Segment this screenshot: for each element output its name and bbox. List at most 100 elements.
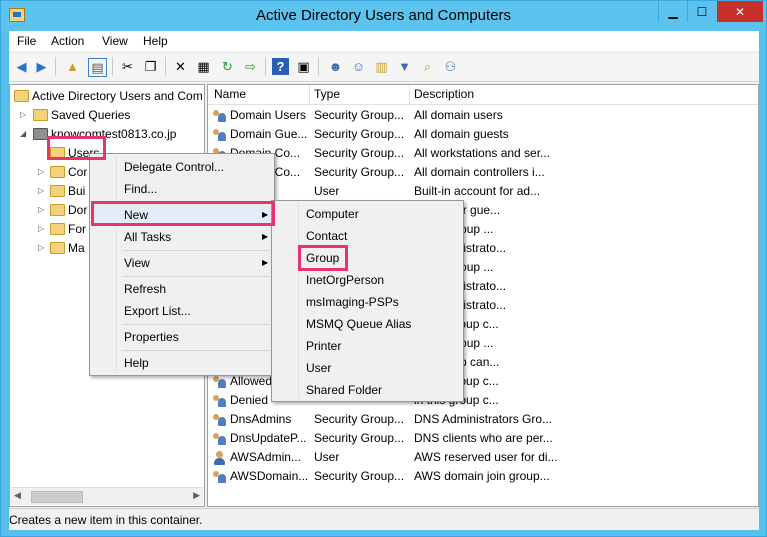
new-user-icon[interactable]: ☻: [327, 58, 344, 75]
properties-icon[interactable]: ▦: [195, 58, 212, 75]
table-row[interactable]: ratorUserBuilt-in account for ad...: [208, 182, 758, 201]
tree-saved-queries[interactable]: ▷ Saved Queries: [20, 106, 130, 124]
submenu-item-computer[interactable]: Computer: [274, 204, 461, 224]
menu-item-delegate-control[interactable]: Delegate Control...: [92, 157, 272, 177]
menu-item-refresh[interactable]: Refresh: [92, 279, 272, 299]
scroll-left-icon[interactable]: ◀: [14, 490, 21, 501]
menu-item-view[interactable]: View ▶: [92, 253, 272, 273]
scroll-right-icon[interactable]: ▶: [193, 490, 200, 501]
table-row[interactable]: DnsUpdateP... Security Group... DNS client…: [208, 429, 758, 448]
cell-desc: ccount for gue...: [414, 203, 501, 217]
menu-separator: [122, 324, 270, 325]
menu-item-new[interactable]: New ▶: [92, 205, 272, 225]
menu-file[interactable]: File: [17, 34, 36, 48]
filter-icon[interactable]: ▼: [396, 58, 413, 75]
column-type[interactable]: Type: [314, 87, 340, 101]
back-arrow-icon[interactable]: ◀: [13, 58, 30, 75]
cell-desc: ed administrato...: [414, 298, 507, 312]
maximize-button[interactable]: ☐: [687, 1, 716, 22]
window-title: Active Directory Users and Computers: [255, 7, 512, 24]
submenu-item-printer[interactable]: Printer: [274, 336, 461, 356]
menu-help[interactable]: Help: [143, 34, 168, 48]
table-row[interactable]: Domain Co...Security Group...All domain …: [208, 163, 758, 182]
cell-name: DnsAdmins: [230, 412, 292, 426]
minimize-button[interactable]: ▁: [658, 1, 687, 22]
add-to-group-icon[interactable]: ⚇: [442, 58, 459, 75]
copy-icon[interactable]: ❐: [142, 58, 159, 75]
group-icon: [212, 109, 228, 123]
menu-item-help[interactable]: Help: [92, 353, 272, 373]
folder-icon: [50, 147, 65, 159]
group-icon: [212, 375, 228, 389]
submenu-item-user[interactable]: User: [274, 358, 461, 378]
tree-item-computers[interactable]: ▷ Cor: [38, 163, 87, 181]
menu-item-label: Group: [306, 251, 340, 265]
group-icon: [212, 470, 228, 484]
new-group-icon[interactable]: ☺: [350, 58, 367, 75]
context-menu: Delegate Control... Find... New ▶ All Tas…: [89, 153, 275, 376]
menu-item-find[interactable]: Find...: [92, 179, 272, 199]
table-row[interactable]: Domain Co...Security Group...All worksta…: [208, 144, 758, 163]
submenu-item-group[interactable]: Group: [274, 248, 461, 268]
submenu-item-msimaging-psps[interactable]: msImaging-PSPs: [274, 292, 461, 312]
tree-domain[interactable]: ◢ knowcomtest0813.co.jp: [20, 125, 176, 143]
find-icon[interactable]: ⌕: [419, 58, 436, 75]
submenu-item-shared-folder[interactable]: Shared Folder: [274, 380, 461, 400]
cell-desc: in this group c...: [414, 317, 499, 331]
refresh-icon[interactable]: ↻: [219, 58, 236, 75]
column-divider[interactable]: [309, 85, 310, 104]
close-button[interactable]: ✕: [717, 1, 763, 22]
cell-name: Domain Gue...: [230, 127, 308, 141]
table-row[interactable]: AWSAdmin... User AWS reserved user for di.…: [208, 448, 758, 467]
menu-item-properties[interactable]: Properties: [92, 327, 272, 347]
tree-root[interactable]: Active Directory Users and Com: [14, 87, 203, 105]
new-ou-icon[interactable]: ▥: [373, 58, 390, 75]
expand-icon[interactable]: ▷: [38, 163, 44, 181]
collapse-icon[interactable]: ◢: [20, 125, 26, 143]
menu-item-export-list[interactable]: Export List...: [92, 301, 272, 321]
column-name[interactable]: Name: [214, 87, 246, 101]
table-row[interactable]: Domain Users Security Group... All domain …: [208, 106, 758, 125]
cut-icon[interactable]: ✂: [119, 58, 136, 75]
expand-icon[interactable]: ▷: [38, 201, 44, 219]
expand-icon[interactable]: ▷: [20, 106, 26, 124]
cell-desc: All domain users: [414, 108, 503, 122]
table-row[interactable]: DnsAdmins Security Group... DNS Administra…: [208, 410, 758, 429]
export-icon[interactable]: ⇨: [242, 58, 259, 75]
help-icon[interactable]: ?: [272, 58, 289, 75]
cell-desc: of this group ...: [414, 260, 494, 274]
tree-item-label: Bui: [68, 184, 86, 198]
submenu-item-inetorgperson[interactable]: InetOrgPerson: [274, 270, 461, 290]
table-row[interactable]: AWSDomain... Security Group... AWS domain …: [208, 467, 758, 486]
cell-desc: DNS clients who are per...: [414, 431, 553, 445]
tree-item-domain-controllers[interactable]: ▷ Dor: [38, 201, 87, 219]
cell-desc: in this group c...: [414, 374, 499, 388]
cell-desc: All domain controllers i...: [414, 165, 545, 179]
expand-icon[interactable]: ▷: [38, 239, 44, 257]
expand-icon[interactable]: ▷: [38, 182, 44, 200]
forward-arrow-icon[interactable]: ▶: [33, 58, 50, 75]
tree-horizontal-scrollbar[interactable]: ◀ ▶: [11, 487, 203, 505]
column-description[interactable]: Description: [414, 87, 474, 101]
menu-item-all-tasks[interactable]: All Tasks ▶: [92, 227, 272, 247]
tree-item-managed[interactable]: ▷ Ma: [38, 239, 85, 257]
tree-item-foreign-security[interactable]: ▷ For: [38, 220, 86, 238]
tree-saved-queries-label: Saved Queries: [51, 108, 131, 122]
group-icon: [212, 394, 228, 408]
scroll-thumb[interactable]: [31, 491, 83, 503]
console-tree-icon[interactable]: ▤: [88, 58, 107, 77]
up-folder-icon[interactable]: ▲: [64, 58, 81, 75]
submenu-item-msmq-queue-alias[interactable]: MSMQ Queue Alias: [274, 314, 461, 334]
menu-action[interactable]: Action: [51, 34, 84, 48]
menu-item-label: Delegate Control...: [124, 160, 225, 174]
submenu-item-contact[interactable]: Contact: [274, 226, 461, 246]
menu-view[interactable]: View: [102, 34, 128, 48]
column-divider[interactable]: [409, 85, 410, 104]
details-pane-icon[interactable]: ▣: [295, 58, 312, 75]
title-bar[interactable]: Active Directory Users and Computers ▁ ☐…: [1, 1, 766, 31]
tree-item-builtin[interactable]: ▷ Bui: [38, 182, 85, 200]
folder-icon: [33, 109, 48, 121]
delete-icon[interactable]: ✕: [172, 58, 189, 75]
expand-icon[interactable]: ▷: [38, 220, 44, 238]
table-row[interactable]: Domain Gue... Security Group... All domain…: [208, 125, 758, 144]
